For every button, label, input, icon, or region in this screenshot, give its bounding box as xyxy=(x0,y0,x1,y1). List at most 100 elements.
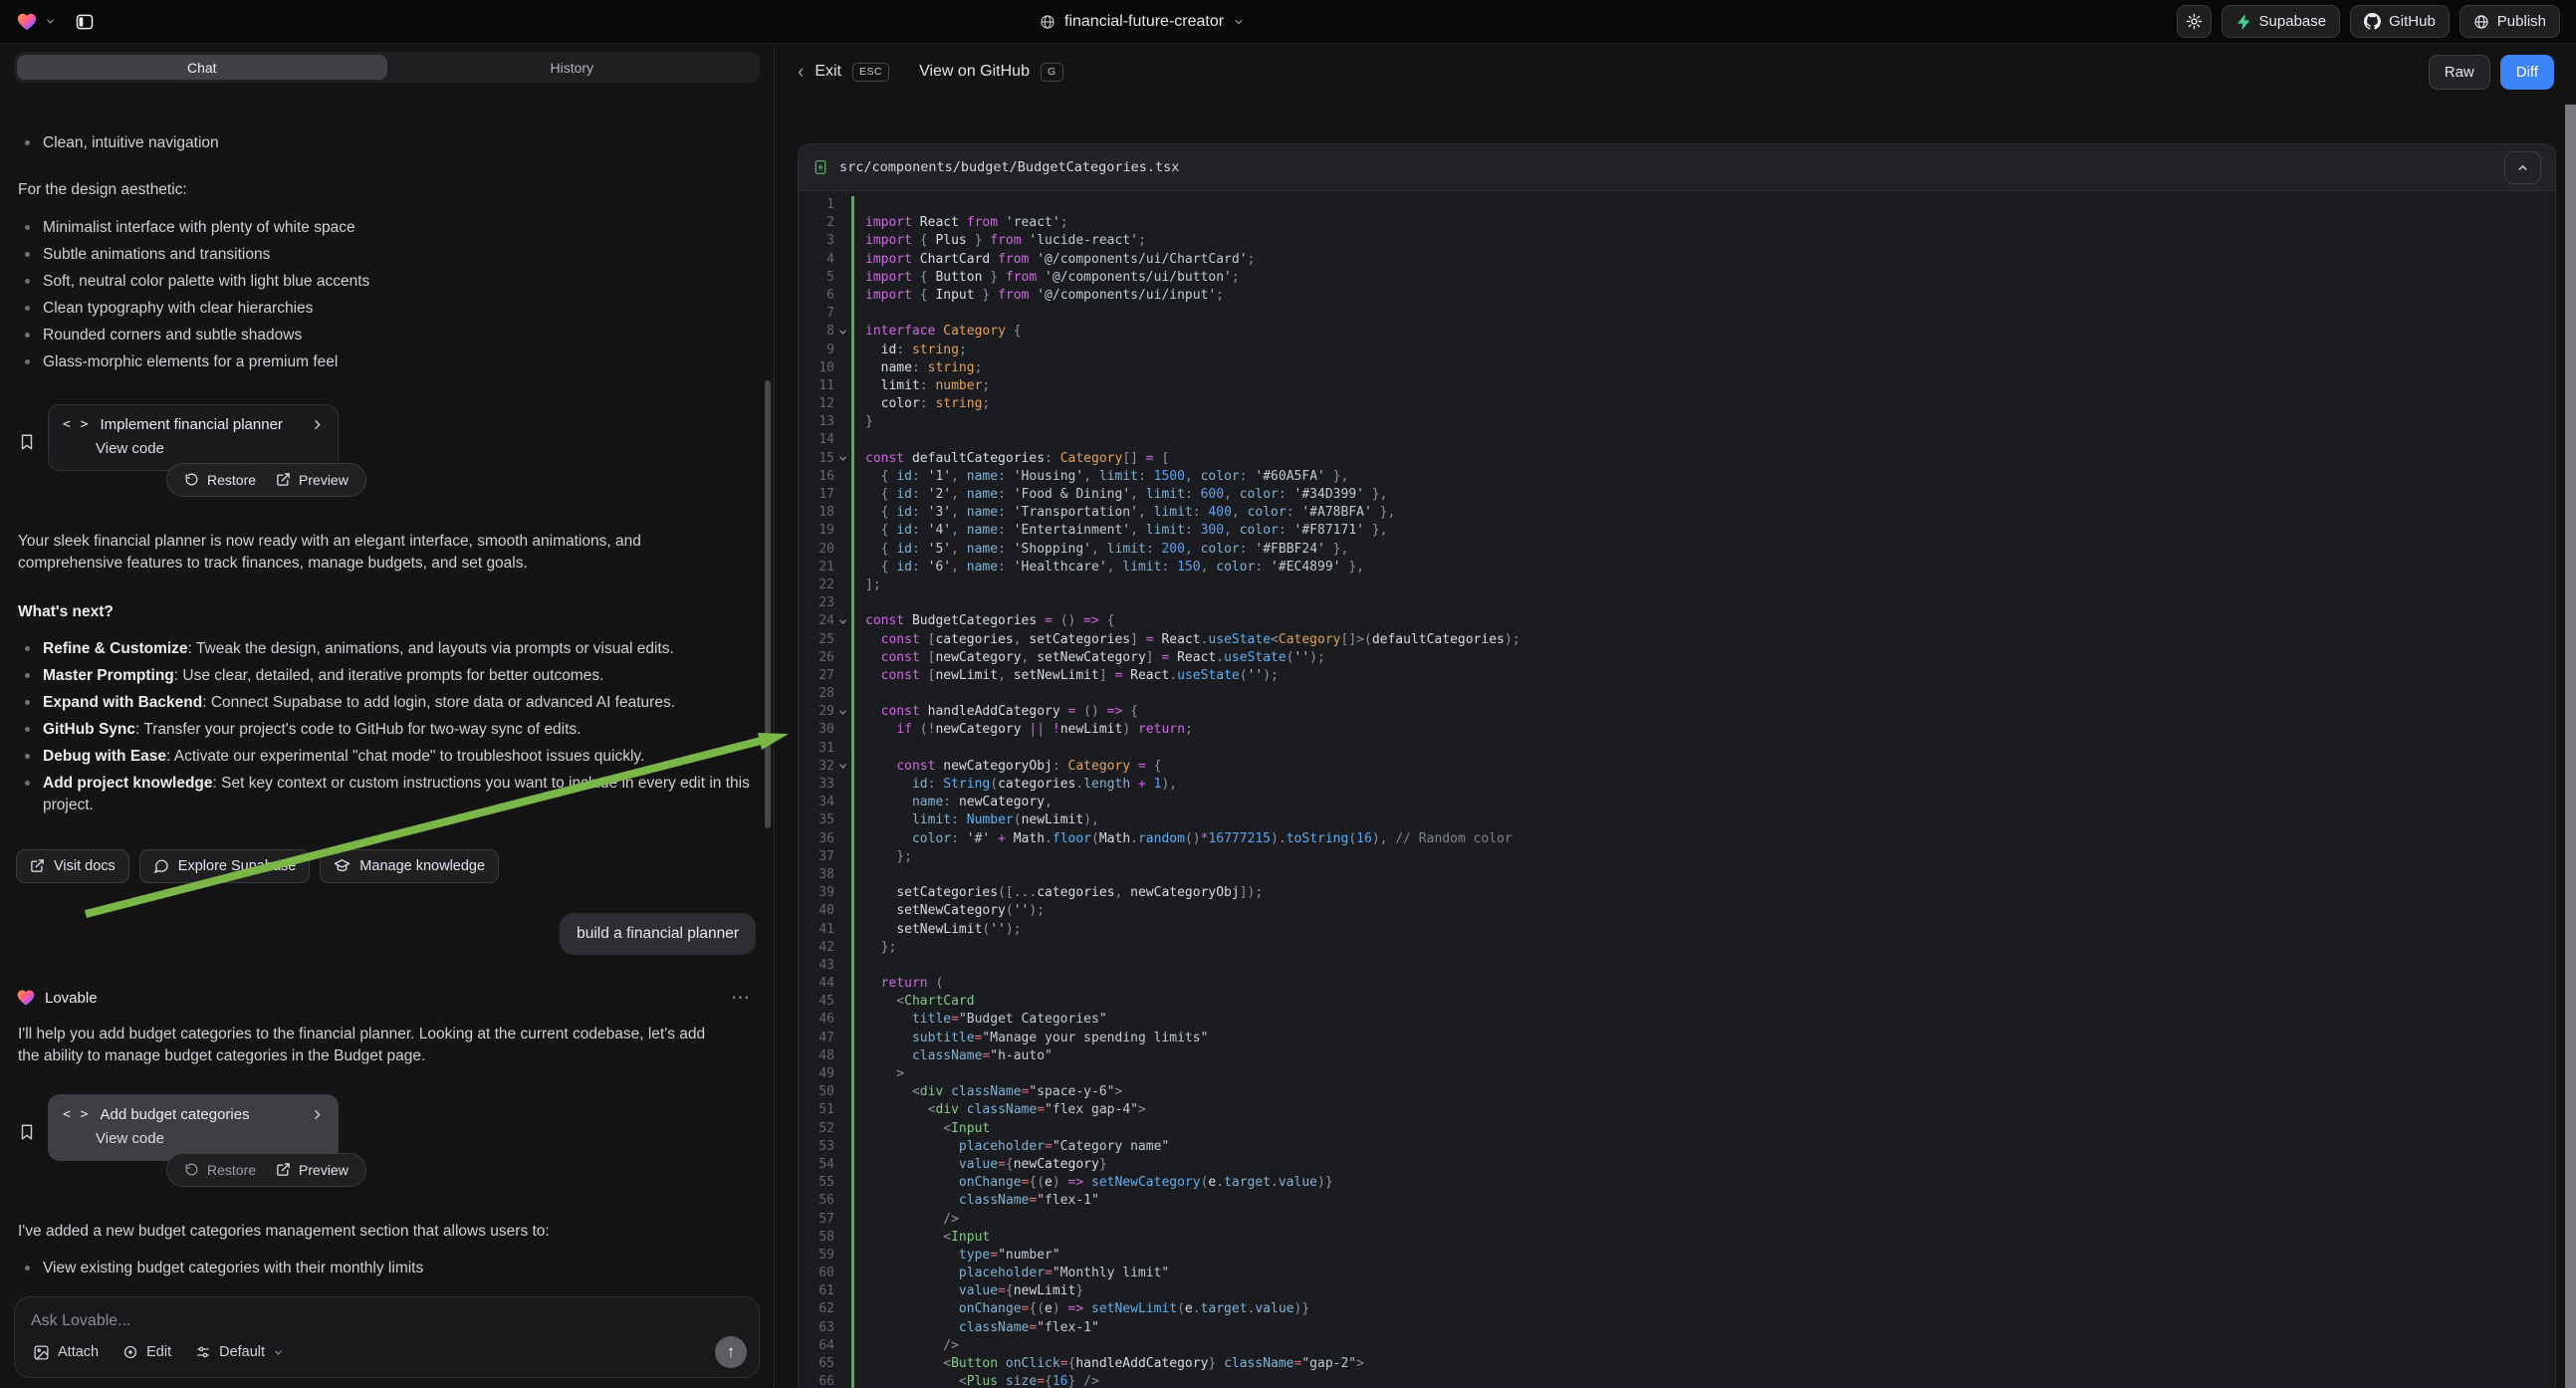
raw-button[interactable]: Raw xyxy=(2429,55,2490,90)
preview-button[interactable]: Preview xyxy=(276,472,349,488)
code-line: 32 const newCategoryObj: Category = { xyxy=(799,758,2555,776)
code-text: onChange={(e) => setNewLimit(e.target.va… xyxy=(854,1300,1309,1318)
tab-history[interactable]: History xyxy=(387,55,758,80)
restore-button[interactable]: Restore xyxy=(184,472,256,488)
code-text: placeholder="Monthly limit" xyxy=(854,1265,1169,1282)
code-icon: < > xyxy=(63,417,89,432)
toggle-sidebar-icon[interactable] xyxy=(75,12,95,32)
code-line: 57 /> xyxy=(799,1211,2555,1229)
code-text: { id: '3', name: 'Transportation', limit… xyxy=(854,504,1395,522)
code-line: 48 className="h-auto" xyxy=(799,1047,2555,1065)
fold-spacer xyxy=(834,251,851,269)
fold-toggle-icon[interactable] xyxy=(834,450,851,468)
lovable-logo-icon[interactable] xyxy=(16,11,38,33)
code-text: className="flex-1" xyxy=(854,1192,1099,1210)
chip-manage-knowledge[interactable]: Manage knowledge xyxy=(320,849,499,883)
code-text: { id: '2', name: 'Food & Dining', limit:… xyxy=(854,486,1387,504)
send-button[interactable]: ↑ xyxy=(715,1336,747,1368)
fold-toggle-icon[interactable] xyxy=(834,323,851,341)
code-line: 1 xyxy=(799,196,2555,214)
chevron-left-icon: ‹ xyxy=(798,63,804,82)
line-number: 26 xyxy=(799,649,834,667)
edit-button[interactable]: Edit xyxy=(122,1344,171,1360)
attach-button[interactable]: Attach xyxy=(33,1344,99,1361)
settings-button[interactable] xyxy=(2177,5,2212,38)
code-scrollbar[interactable] xyxy=(2565,105,2576,1388)
fold-spacer xyxy=(834,431,851,449)
preview-button[interactable]: Preview xyxy=(276,1162,349,1178)
code-text: if (!newCategory || !newLimit) return; xyxy=(854,721,1193,739)
code-line: 24const BudgetCategories = () => { xyxy=(799,612,2555,630)
line-number: 58 xyxy=(799,1229,834,1247)
github-button[interactable]: GitHub xyxy=(2350,5,2450,38)
publish-button[interactable]: Publish xyxy=(2459,5,2560,38)
code-text: onChange={(e) => setNewCategory(e.target… xyxy=(854,1174,1333,1192)
chevron-down-icon[interactable] xyxy=(45,16,56,27)
line-number: 9 xyxy=(799,342,834,359)
view-code-link[interactable]: View code xyxy=(96,1130,324,1147)
version-card-title: Implement financial planner xyxy=(100,416,282,433)
code-text: const BudgetCategories = () => { xyxy=(854,612,1114,630)
list-item: Expand with Backend: Connect Supabase to… xyxy=(16,692,758,714)
more-button[interactable]: ⋯ xyxy=(731,987,758,1010)
code-text: setNewCategory(''); xyxy=(854,902,1045,920)
line-number: 27 xyxy=(799,667,834,685)
diff-button[interactable]: Diff xyxy=(2500,55,2554,90)
chat-scrollbar[interactable] xyxy=(765,380,771,828)
fold-spacer xyxy=(834,1265,851,1282)
restore-button[interactable]: Restore xyxy=(184,1162,256,1178)
view-on-github-button[interactable]: View on GitHub G xyxy=(919,63,1063,82)
fold-toggle-icon[interactable] xyxy=(834,612,851,630)
quick-action-chips: Visit docs Explore Supabase Manage knowled… xyxy=(16,849,758,883)
code-text: setCategories([...categories, newCategor… xyxy=(854,884,1263,902)
code-text: <ChartCard xyxy=(854,993,975,1011)
list-item: Rounded corners and subtle shadows xyxy=(16,325,758,347)
code-line: 58 <Input xyxy=(799,1229,2555,1247)
fold-spacer xyxy=(834,740,851,758)
fold-spacer xyxy=(834,1355,851,1373)
version-card[interactable]: < >Implement financial plannerView codeR… xyxy=(48,404,339,471)
code-text: const [newLimit, setNewLimit] = React.us… xyxy=(854,667,1279,685)
code-line: 13} xyxy=(799,413,2555,431)
code-text: color: string; xyxy=(854,395,990,413)
fold-spacer xyxy=(834,1282,851,1300)
code-text: const [categories, setCategories] = Reac… xyxy=(854,631,1521,649)
tab-chat[interactable]: Chat xyxy=(17,55,387,80)
bullet-list: Clean, intuitive navigation xyxy=(16,132,758,159)
restore-preview-pill: Restore Preview xyxy=(166,463,366,497)
fold-spacer xyxy=(834,794,851,811)
line-number: 23 xyxy=(799,594,834,612)
code-line: 23 xyxy=(799,594,2555,612)
fold-toggle-icon[interactable] xyxy=(834,758,851,776)
version-card-block: < >Add budget categoriesView codeRestore… xyxy=(18,1094,756,1161)
fold-spacer xyxy=(834,975,851,993)
line-number: 8 xyxy=(799,323,834,341)
mode-select[interactable]: Default xyxy=(195,1344,284,1360)
exit-button[interactable]: ‹ Exit ESC xyxy=(798,63,889,82)
code-line: 61 value={newLimit} xyxy=(799,1282,2555,1300)
restore-label: Restore xyxy=(207,1162,256,1178)
fold-spacer xyxy=(834,811,851,829)
line-number: 35 xyxy=(799,811,834,829)
code-line: 7 xyxy=(799,305,2555,323)
code-text: const handleAddCategory = () => { xyxy=(854,703,1138,721)
fold-spacer xyxy=(834,830,851,848)
project-switcher[interactable]: financial-future-creator xyxy=(1040,0,1245,44)
fold-spacer xyxy=(834,359,851,377)
chip-visit-docs[interactable]: Visit docs xyxy=(16,849,129,883)
chevron-right-icon xyxy=(311,418,324,431)
version-card[interactable]: < >Add budget categoriesView codeRestore… xyxy=(48,1094,339,1161)
code-text xyxy=(854,866,865,884)
supabase-button[interactable]: Supabase xyxy=(2222,5,2341,38)
agent-name: Lovable xyxy=(45,990,98,1007)
code-text: return ( xyxy=(854,975,943,993)
fold-toggle-icon[interactable] xyxy=(834,703,851,721)
chip-explore-supabase[interactable]: Explore Supabase xyxy=(139,849,311,883)
chevron-down-icon xyxy=(1233,16,1245,28)
chat-input[interactable]: Ask Lovable... xyxy=(31,1312,743,1330)
file-header: src/components/budget/BudgetCategories.t… xyxy=(799,144,2555,191)
collapse-file-button[interactable] xyxy=(2504,151,2541,184)
code-line: 19 { id: '4', name: 'Entertainment', lim… xyxy=(799,522,2555,540)
view-code-link[interactable]: View code xyxy=(96,440,324,457)
code-text xyxy=(854,305,865,323)
